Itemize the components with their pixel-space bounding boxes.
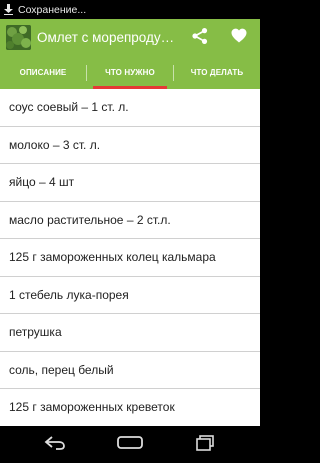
tab-instructions[interactable]: ЧТО ДЕЛАТЬ: [174, 56, 260, 89]
recent-apps-icon: [196, 434, 214, 456]
favorite-button[interactable]: [226, 25, 252, 51]
ingredient-text: 125 г замороженных креветок: [9, 400, 175, 415]
list-item[interactable]: соль, перец белый: [0, 352, 260, 389]
list-item[interactable]: 125 г замороженных креветок: [0, 389, 260, 426]
list-item[interactable]: петрушка: [0, 314, 260, 352]
list-item[interactable]: соус соевый – 1 ст. л.: [0, 89, 260, 127]
ingredient-list[interactable]: соус соевый – 1 ст. л. молоко – 3 ст. л.…: [0, 89, 260, 426]
share-button[interactable]: [187, 25, 213, 51]
ingredient-text: 1 стебель лука-порея: [9, 287, 129, 302]
tab-description[interactable]: ОПИСАНИЕ: [0, 56, 86, 89]
list-item[interactable]: масло растительное – 2 ст.л.: [0, 202, 260, 239]
status-text: Сохранение...: [18, 3, 87, 16]
tab-label: ЧТО НУЖНО: [105, 68, 155, 77]
ingredient-text: молоко – 3 ст. л.: [9, 137, 101, 152]
back-icon: [44, 435, 66, 455]
app-screen: Сохранение... Омлет с морепродуктами: [0, 0, 260, 463]
ingredient-text: петрушка: [9, 325, 62, 340]
home-icon: [117, 435, 143, 455]
tab-label: ЧТО ДЕЛАТЬ: [190, 68, 244, 77]
tab-bar: ОПИСАНИЕ ЧТО НУЖНО ЧТО ДЕЛАТЬ: [0, 56, 260, 89]
list-item[interactable]: молоко – 3 ст. л.: [0, 127, 260, 164]
recent-apps-button[interactable]: [190, 434, 220, 456]
share-icon: [191, 27, 209, 50]
action-bar: Омлет с морепродуктами: [0, 19, 260, 56]
recipe-thumbnail-icon[interactable]: [6, 25, 31, 50]
navigation-bar: [0, 426, 260, 463]
heart-icon: [231, 28, 247, 48]
tab-label: ОПИСАНИЕ: [19, 68, 67, 77]
status-bar: Сохранение...: [0, 0, 260, 19]
home-button[interactable]: [115, 434, 145, 456]
list-item[interactable]: 1 стебель лука-порея: [0, 277, 260, 314]
list-item[interactable]: 125 г замороженных колец кальмара: [0, 239, 260, 277]
list-item[interactable]: яйцо – 4 шт: [0, 164, 260, 202]
ingredient-text: масло растительное – 2 ст.л.: [9, 212, 171, 227]
page-title: Омлет с морепродуктами: [37, 30, 177, 45]
download-icon: [4, 4, 13, 15]
ingredient-text: соус соевый – 1 ст. л.: [9, 100, 129, 115]
ingredient-text: соль, перец белый: [9, 362, 114, 377]
back-button[interactable]: [40, 434, 70, 456]
ingredient-text: яйцо – 4 шт: [9, 175, 75, 190]
tab-ingredients[interactable]: ЧТО НУЖНО: [87, 56, 173, 89]
ingredient-text: 125 г замороженных колец кальмара: [9, 250, 216, 265]
